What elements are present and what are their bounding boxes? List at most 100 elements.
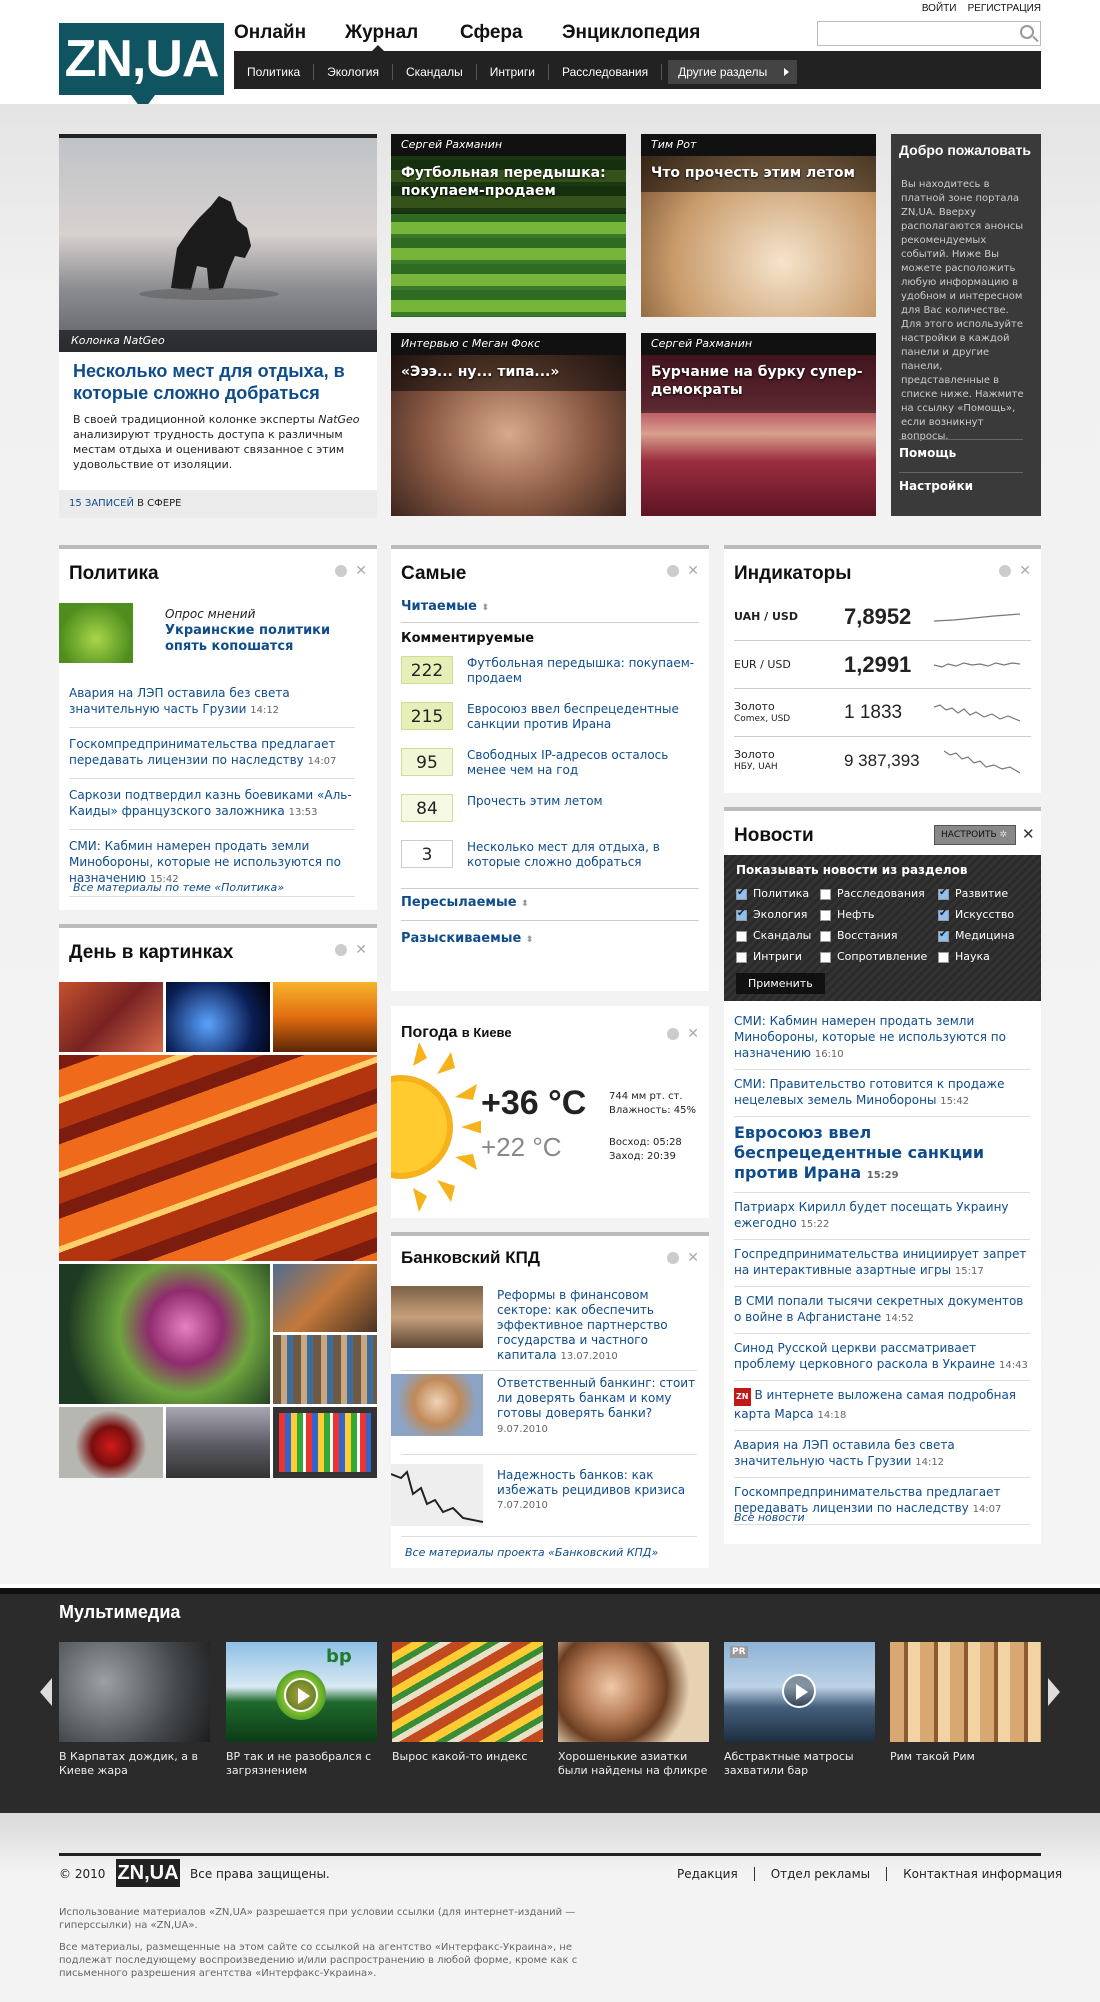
natgeo-title[interactable]: Несколько мест для отдыха, в которые сло… (73, 360, 363, 404)
nav-sphere[interactable]: Сфера (460, 22, 523, 44)
gear-icon[interactable] (335, 944, 348, 956)
politics-all-link[interactable]: Все материалы по теме «Политика» (73, 881, 284, 894)
multimedia-thumb[interactable] (392, 1642, 543, 1742)
news-item[interactable]: Синод Русской церкви рассматривает пробл… (734, 1334, 1030, 1381)
apply-button[interactable]: Применить (736, 973, 825, 994)
filter-checkbox[interactable]: Сопротивление (820, 950, 938, 963)
close-icon[interactable]: ✕ (687, 563, 699, 579)
indicator-row[interactable]: EUR / USD 1,2991 (734, 641, 1031, 689)
records-link[interactable]: 15 ЗАПИСЕЙ (69, 498, 134, 509)
multimedia-thumb[interactable] (890, 1642, 1041, 1742)
news-item[interactable]: В СМИ попали тысячи секретных документов… (734, 1287, 1030, 1334)
most-item[interactable]: 222 Футбольная передышка: покупаем-продае… (401, 656, 699, 702)
multimedia-caption[interactable]: Вырос какой-то индекс (392, 1750, 543, 1764)
footer-link-contacts[interactable]: Контактная информация (887, 1867, 1062, 1881)
filter-checkbox[interactable]: Восстания (820, 929, 938, 942)
bank-all-link[interactable]: Все материалы проекта «Банковский КПД» (405, 1546, 658, 1559)
multimedia-thumb[interactable]: PR (724, 1642, 875, 1742)
bank-thumb[interactable] (391, 1464, 483, 1526)
site-logo[interactable]: ZN,UA (59, 23, 224, 111)
filter-checkbox[interactable]: Расследования (820, 887, 938, 900)
subnav-intrigues[interactable]: Интриги (477, 63, 549, 80)
footer-link-editorial[interactable]: Редакция (677, 1867, 755, 1881)
login-link[interactable]: ВОЙТИ (922, 3, 957, 14)
tab-searched[interactable]: Разыскиваемые ⬍ (401, 931, 699, 946)
news-item[interactable]: Патриарх Кирилл будет посещать Украину е… (734, 1193, 1030, 1240)
featured-tile-books[interactable]: Тим Рот Что прочесть этим летом (641, 134, 876, 317)
tab-forwarded[interactable]: Пересылаемые ⬍ (401, 888, 699, 921)
picture-thumb[interactable] (273, 982, 377, 1052)
most-item[interactable]: 215 Евросоюз ввел беспрецедентные санкции… (401, 702, 699, 748)
gear-icon[interactable] (335, 565, 348, 577)
news-item[interactable]: ZN В интернете выложена самая подробная к… (734, 1381, 1030, 1431)
nav-encyclopedia[interactable]: Энциклопедия (562, 22, 700, 44)
poll-title[interactable]: Украинские политики опять копошатся (165, 623, 355, 655)
multimedia-thumb[interactable] (558, 1642, 709, 1742)
configure-button[interactable]: НАСТРОИТЬ ✲ (934, 825, 1016, 845)
register-link[interactable]: РЕГИСТРАЦИЯ (968, 3, 1041, 14)
subnav-scandals[interactable]: Скандалы (393, 63, 477, 80)
arrow-right-icon[interactable] (1048, 1678, 1060, 1706)
footer-link-ads[interactable]: Отдел рекламы (755, 1867, 888, 1881)
news-item[interactable]: СМИ: Кабмин намерен продать земли Минобо… (734, 1007, 1030, 1070)
bank-item[interactable]: Реформы в финансовом секторе: как обеспе… (497, 1288, 697, 1364)
bank-thumb[interactable] (391, 1286, 483, 1348)
news-item-featured[interactable]: Евросоюз ввел беспрецедентные санкции пр… (734, 1117, 1030, 1193)
subnav-ecology[interactable]: Экология (314, 63, 393, 80)
close-icon[interactable]: ✕ (687, 1026, 699, 1042)
indicator-row[interactable]: Золото Comex, USD 1 1833 (734, 689, 1031, 737)
gear-icon[interactable] (999, 565, 1012, 577)
bank-item[interactable]: Ответственный банкинг: стоит ли доверять… (497, 1376, 697, 1437)
help-link[interactable]: Помощь (899, 439, 1023, 460)
news-item[interactable]: Авария на ЛЭП оставила без света значите… (69, 677, 355, 728)
filter-checkbox[interactable]: Экология (736, 908, 820, 921)
arrow-left-icon[interactable] (40, 1678, 52, 1706)
close-icon[interactable]: ✕ (687, 1250, 699, 1266)
tab-read[interactable]: Читаемые ⬍ (401, 599, 699, 623)
multimedia-caption[interactable]: В Карпатах дождик, а в Киеве жара (59, 1750, 210, 1778)
indicator-row[interactable]: Золото НБУ, UAH 9 387,393 (734, 737, 1031, 785)
settings-link[interactable]: Настройки (899, 472, 1023, 493)
search-icon[interactable] (1020, 25, 1034, 39)
news-item[interactable]: Госкомпредпринимательства предлагает пер… (69, 728, 355, 779)
play-icon[interactable] (782, 1674, 816, 1708)
filter-checkbox[interactable]: Политика (736, 887, 820, 900)
subnav-investigations[interactable]: Расследования (549, 63, 663, 80)
close-icon[interactable]: ✕ (1022, 825, 1035, 843)
subnav-politics[interactable]: Политика (234, 63, 315, 80)
bank-item[interactable]: Надежность банков: как избежать рецидиво… (497, 1468, 697, 1513)
multimedia-caption[interactable]: BP так и не разобрался с загрязнением (226, 1750, 377, 1778)
picture-thumb[interactable] (166, 982, 270, 1052)
most-item[interactable]: 3 Несколько мест для отдыха, в которые сл… (401, 840, 699, 886)
multimedia-caption[interactable]: Рим такой Рим (890, 1750, 1041, 1764)
picture-large[interactable] (59, 1055, 377, 1261)
gear-icon[interactable] (667, 565, 680, 577)
picture-thumb[interactable] (273, 1335, 377, 1404)
nav-journal[interactable]: Журнал (345, 22, 418, 44)
gear-icon[interactable] (667, 1028, 680, 1040)
close-icon[interactable]: ✕ (355, 942, 367, 958)
tab-commented[interactable]: Комментируемые (401, 631, 699, 646)
picture-thumb[interactable] (273, 1407, 377, 1478)
featured-tile-interview[interactable]: Интервью с Меган Фокс «Эээ... ну... типа… (391, 333, 626, 516)
search-input[interactable] (817, 21, 1041, 46)
picture-thumb[interactable] (166, 1407, 270, 1478)
news-item[interactable]: Саркози подтвердил казнь боевиками «Аль-… (69, 779, 355, 830)
picture-thumb[interactable] (59, 1407, 163, 1478)
filter-checkbox[interactable]: Скандалы (736, 929, 820, 942)
gear-icon[interactable] (667, 1252, 680, 1264)
news-item[interactable]: СМИ: Правительство готовится к продаже н… (734, 1070, 1030, 1117)
news-item[interactable]: Госпредпринимательства инициирует запрет… (734, 1240, 1030, 1287)
poll-image[interactable] (59, 603, 133, 663)
footer-logo[interactable]: ZN,UA (116, 1859, 180, 1887)
filter-checkbox[interactable]: Интриги (736, 950, 820, 963)
close-icon[interactable]: ✕ (355, 563, 367, 579)
filter-checkbox[interactable]: Нефть (820, 908, 938, 921)
picture-thumb[interactable] (59, 1264, 270, 1404)
filter-checkbox[interactable]: Искусство (938, 908, 1038, 921)
multimedia-caption[interactable]: Хорошенькие азиатки были найдены на флик… (558, 1750, 709, 1778)
filter-checkbox[interactable]: Наука (938, 950, 1038, 963)
natgeo-photo[interactable]: Колонка NatGeo (59, 138, 377, 352)
news-all-link[interactable]: Все новости (734, 1511, 805, 1524)
featured-tile-democrats[interactable]: Сергей Рахманин Бурчание на бурку супер-… (641, 333, 876, 516)
